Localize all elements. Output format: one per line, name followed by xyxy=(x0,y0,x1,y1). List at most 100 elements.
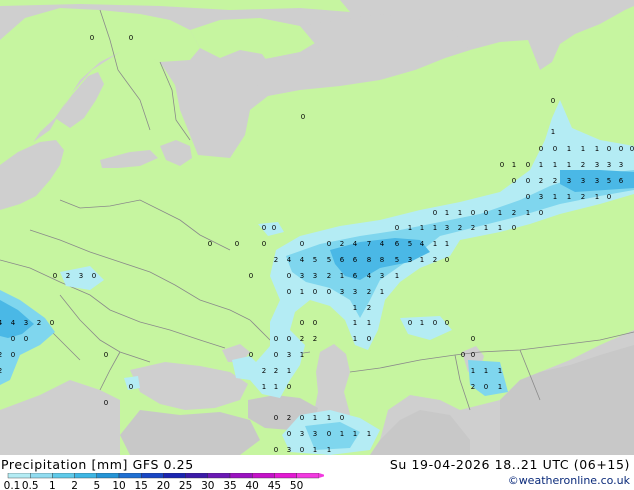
precip-value-label: 0 xyxy=(512,177,516,185)
precip-value-label: 0 xyxy=(272,224,276,232)
precip-value-label: 1 xyxy=(395,272,399,280)
precip-value-label: 0 xyxy=(500,161,504,169)
precip-value-label: 5 xyxy=(607,177,611,185)
precip-value-label: 6 xyxy=(353,256,358,264)
precip-value-label: 0 xyxy=(607,145,611,153)
precip-value-label: 3 xyxy=(539,193,543,201)
precip-value-label: 3 xyxy=(581,177,585,185)
precip-value-label: 3 xyxy=(79,272,83,280)
precip-value-label: 3 xyxy=(340,288,344,296)
precip-value-label: 0 xyxy=(262,224,266,232)
precip-value-label: 1 xyxy=(498,383,502,391)
copyright-link[interactable]: ©weatheronline.co.uk xyxy=(508,474,630,487)
map-footer: Precipitation [mm] GFS 0.25 Su 19-04-202… xyxy=(0,455,634,490)
precip-value-label: 2 xyxy=(274,256,278,264)
precip-value-label: 1 xyxy=(445,209,449,217)
precip-value-label: 0 xyxy=(484,383,488,391)
precip-value-label: 0 xyxy=(129,383,133,391)
precip-value-label: 0 xyxy=(619,145,623,153)
precip-value-label: 4 xyxy=(287,256,292,264)
precip-value-label: 0 xyxy=(11,351,15,359)
precip-value-label: 0 xyxy=(461,351,465,359)
precip-value-label: 0 xyxy=(539,209,543,217)
precip-value-label: 2 xyxy=(0,367,2,375)
precip-value-label: 1 xyxy=(567,161,571,169)
precip-value-label: 3 xyxy=(300,272,304,280)
scale-tick-label: 45 xyxy=(268,480,281,490)
scale-swatch xyxy=(140,473,164,479)
scale-swatch xyxy=(7,473,31,479)
scale-swatch xyxy=(274,473,297,479)
scale-swatch xyxy=(251,473,275,479)
precip-value-label: 0 xyxy=(249,351,253,359)
scale-swatch xyxy=(52,473,75,479)
precip-value-label: 2 xyxy=(471,383,475,391)
precip-value-label: 0 xyxy=(445,256,449,264)
scale-swatch xyxy=(229,473,253,479)
precip-value-label: 1 xyxy=(327,446,331,454)
precip-value-label: 0 xyxy=(340,414,344,422)
precip-value-label: 0 xyxy=(287,383,291,391)
precip-value-label: 4 xyxy=(353,240,358,248)
precip-value-label: 1 xyxy=(408,224,412,232)
precip-color-scale: 0.1 0.5 1 2 5 10 15 20 25 30 35 40 45 50 xyxy=(4,473,324,490)
precip-value-label: 0 xyxy=(313,288,317,296)
precip-value-label: 1 xyxy=(262,383,266,391)
scale-swatch xyxy=(207,473,231,479)
scale-tick-label: 50 xyxy=(290,480,303,490)
precip-value-label: 1 xyxy=(353,319,357,327)
precip-value-label: 5 xyxy=(395,256,399,264)
precip-value-label: 0 xyxy=(90,34,94,42)
precip-value-label: 1 xyxy=(471,367,475,375)
precip-value-label: 1 xyxy=(581,145,585,153)
precip-value-label: 2 xyxy=(553,177,557,185)
scale-tick-label: 25 xyxy=(179,480,192,490)
precip-value-label: 0 xyxy=(433,209,437,217)
precip-value-label: 1 xyxy=(445,240,449,248)
precip-value-label: 3 xyxy=(287,446,291,454)
precip-value-label: 1 xyxy=(539,161,543,169)
precip-value-label: 2 xyxy=(581,193,585,201)
precip-value-label: 1 xyxy=(433,240,437,248)
precip-value-label: 0 xyxy=(471,209,475,217)
precip-value-label: 1 xyxy=(420,319,424,327)
precip-value-label: 1 xyxy=(551,128,555,136)
scale-swatch xyxy=(118,473,142,479)
precip-value-label: 0 xyxy=(512,224,516,232)
precip-value-label: 0 xyxy=(484,209,488,217)
precip-value-label: 0 xyxy=(274,446,278,454)
precip-value-label: 2 xyxy=(327,272,331,280)
precip-value-label: 0 xyxy=(129,34,133,42)
precip-value-label: 1 xyxy=(595,193,599,201)
precip-value-label: 1 xyxy=(433,224,437,232)
scale-swatch xyxy=(74,473,97,479)
precip-value-label: 2 xyxy=(367,288,371,296)
precip-value-label: 1 xyxy=(595,145,599,153)
precip-value-label: 0 xyxy=(367,335,371,343)
precip-value-label: 2 xyxy=(512,209,516,217)
precip-value-label: 0 xyxy=(539,145,543,153)
precip-value-label: 2 xyxy=(37,319,41,327)
scale-tick-label: 15 xyxy=(135,480,148,490)
precip-value-label: 0 xyxy=(526,161,530,169)
precip-value-label: 0 xyxy=(287,288,291,296)
precip-value-label: 0 xyxy=(208,240,212,248)
precip-value-label: 4 xyxy=(11,319,16,327)
precip-value-label: 0 xyxy=(287,272,291,280)
precip-value-label: 0 xyxy=(53,272,57,280)
precip-value-label: 1 xyxy=(567,193,571,201)
precip-value-label: 0 xyxy=(92,272,96,280)
precip-value-label: 2 xyxy=(581,161,585,169)
precip-value-label: 1 xyxy=(327,414,331,422)
precip-value-label: 6 xyxy=(340,256,345,264)
precip-value-label: 0 xyxy=(553,145,557,153)
map-title: Precipitation [mm] GFS 0.25 xyxy=(1,457,194,472)
precip-value-label: 3 xyxy=(353,288,357,296)
scale-tick-label: 0.1 xyxy=(4,480,20,490)
precip-value-label: 0 xyxy=(301,113,305,121)
scale-swatch xyxy=(30,473,53,479)
precip-value-label: 7 xyxy=(367,240,371,248)
precip-value-label: 0 xyxy=(300,414,304,422)
precip-value-label: 6 xyxy=(395,240,400,248)
precip-value-label: 3 xyxy=(24,319,28,327)
